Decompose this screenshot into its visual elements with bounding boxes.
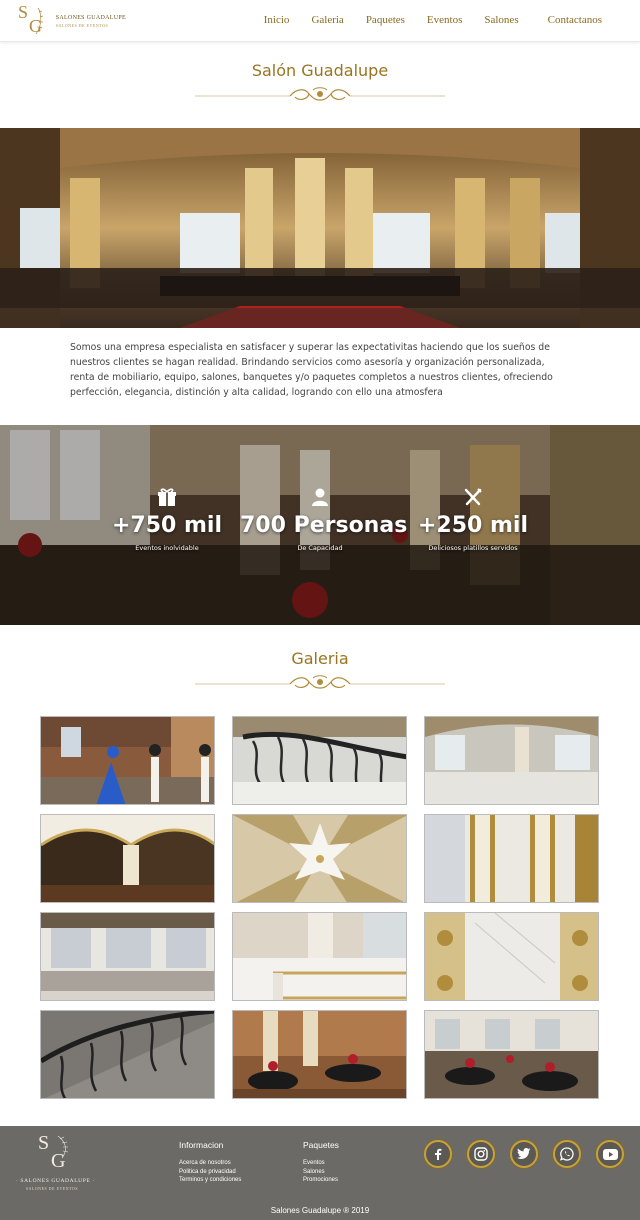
footer-link-promociones[interactable]: Promociones <box>303 1176 339 1185</box>
navbar: S G SALONES GUADALUPE SALONES DE EVENTOS… <box>0 0 640 42</box>
logo[interactable]: S G SALONES GUADALUPE SALONES DE EVENTOS <box>16 2 126 38</box>
twitter-icon <box>517 1148 531 1159</box>
ballroom-photo <box>0 128 640 328</box>
gallery-photo-staircase[interactable] <box>40 1010 215 1099</box>
utensils-icon <box>464 488 482 506</box>
youtube-icon <box>602 1148 618 1160</box>
facebook-icon <box>435 1148 442 1160</box>
stat-dishes-label: Deliciosos platillos servidos <box>428 544 518 552</box>
gallery-photo-gold-columns[interactable] <box>424 814 599 903</box>
stat-events: +750 mil Eventos inolvidable <box>87 485 247 552</box>
gift-icon <box>158 488 176 506</box>
gallery-photo-ceiling-star[interactable] <box>232 814 407 903</box>
gallery-photo-banquet-tables[interactable] <box>232 1010 407 1099</box>
whatsapp-icon <box>560 1147 574 1161</box>
stat-events-label: Eventos inolvidable <box>135 544 199 552</box>
logo-name: SALONES GUADALUPE <box>55 14 126 21</box>
footer-link-salones[interactable]: Salones <box>303 1168 339 1177</box>
stat-dishes: +250 mil Deliciosos platillos servidos <box>393 485 553 552</box>
hero-image <box>0 128 640 328</box>
footer-info-heading: Informacion <box>179 1140 224 1150</box>
whatsapp-button[interactable] <box>553 1140 581 1168</box>
instagram-button[interactable] <box>467 1140 495 1168</box>
menu-item-inicio[interactable]: Inicio <box>264 14 290 26</box>
facebook-button[interactable] <box>424 1140 452 1168</box>
footer-packages-heading: Paquetes <box>303 1140 339 1150</box>
footer-logo-letter-g: G <box>51 1150 66 1172</box>
instagram-icon <box>474 1147 488 1161</box>
stat-capacity-value: 700 Personas <box>240 513 408 538</box>
footer-link-eventos[interactable]: Eventos <box>303 1159 339 1168</box>
footer-info-column: Informacion Acerca de nosotros Politica … <box>179 1140 241 1185</box>
about-description: Somos una empresa especialista en satisf… <box>70 342 553 398</box>
logo-subtitle: SALONES DE EVENTOS <box>55 22 109 28</box>
gallery-title-ornament <box>195 675 445 689</box>
gallery-photo-arches[interactable] <box>40 814 215 903</box>
menu-item-eventos[interactable]: Eventos <box>427 14 462 26</box>
footer-link-privacy[interactable]: Politica de privacidad <box>179 1168 241 1177</box>
copyright-text: Salones Guadalupe ® 2019 <box>270 1206 370 1215</box>
gallery-photo-hall-floor[interactable] <box>424 716 599 805</box>
twitter-button[interactable] <box>510 1140 538 1168</box>
footer-link-terms[interactable]: Terminos y condiciones <box>179 1176 241 1185</box>
menu-item-contactanos[interactable]: Contactanos <box>548 14 602 26</box>
stat-dishes-value: +250 mil <box>417 513 529 538</box>
person-icon <box>312 488 328 506</box>
stat-events-value: +750 mil <box>111 513 223 538</box>
gallery-photo-banquet-hall[interactable] <box>424 1010 599 1099</box>
menu-item-galeria[interactable]: Galeria <box>311 14 343 26</box>
footer-logo-mark: S G <box>16 1132 88 1174</box>
gallery-photo-white-bar[interactable] <box>232 912 407 1001</box>
logo-text: SALONES GUADALUPE SALONES DE EVENTOS <box>56 15 126 28</box>
menu-item-paquetes[interactable]: Paquetes <box>366 14 405 26</box>
title-ornament <box>195 87 445 101</box>
stat-capacity-label: De Capacidad <box>297 544 343 552</box>
youtube-button[interactable] <box>596 1140 624 1168</box>
footer-logo[interactable]: S G · SALONES GUADALUPE · SALONES DE EVE… <box>16 1132 95 1194</box>
main-menu: Inicio Galeria Paquetes Eventos Salones … <box>264 14 602 26</box>
stats-banner: +750 mil Eventos inolvidable 700 Persona… <box>0 425 640 625</box>
footer-logo-letter-s: S <box>38 1132 50 1154</box>
gallery-photo-railing[interactable] <box>232 716 407 805</box>
logo-letter-g: G <box>29 16 42 36</box>
gallery-photo-marble-panel[interactable] <box>424 912 599 1001</box>
about-title: Salón Guadalupe <box>251 61 389 80</box>
footer-link-about[interactable]: Acerca de nosotros <box>179 1159 241 1168</box>
gallery-photo-dancers[interactable] <box>40 716 215 805</box>
stat-capacity: 700 Personas De Capacidad <box>240 485 408 552</box>
footer-logo-name: · SALONES GUADALUPE · <box>16 1178 95 1184</box>
footer-packages-column: Paquetes Eventos Salones Promociones <box>303 1140 339 1185</box>
gallery-photo-windows[interactable] <box>40 912 215 1001</box>
social-links <box>424 1140 624 1168</box>
logo-mark: S G <box>16 2 44 38</box>
menu-item-salones[interactable]: Salones <box>484 14 518 26</box>
footer-logo-subtitle: SALONES DE EVENTOS <box>25 1187 79 1191</box>
logo-letter-s: S <box>18 2 29 22</box>
gallery-grid <box>40 716 600 1099</box>
footer: S G · SALONES GUADALUPE · SALONES DE EVE… <box>0 1126 640 1220</box>
gallery-title: Galeria <box>291 649 349 668</box>
